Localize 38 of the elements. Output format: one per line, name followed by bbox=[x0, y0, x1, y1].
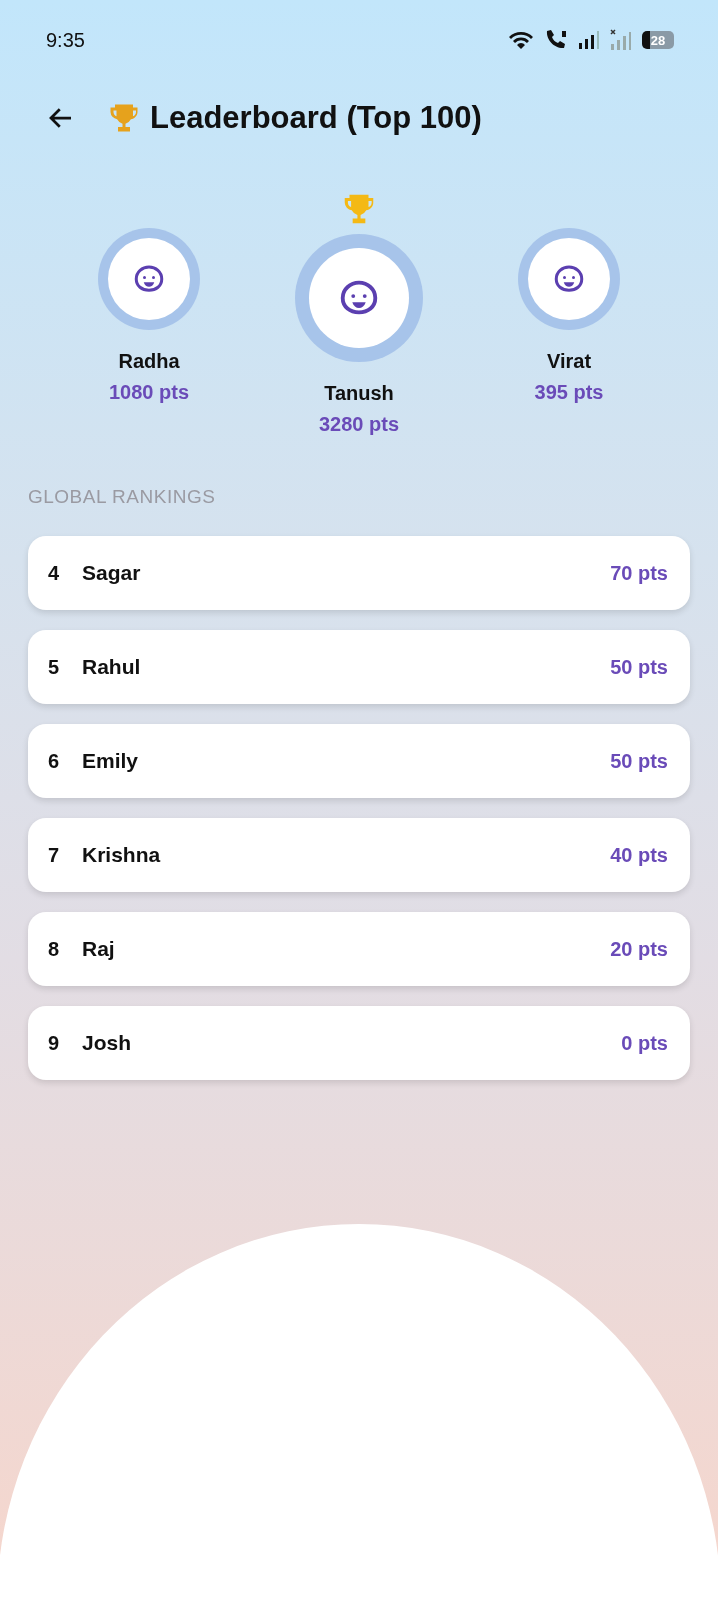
ranking-row[interactable]: 4 Sagar 70 pts bbox=[28, 536, 690, 610]
player-points: 40 pts bbox=[610, 843, 668, 867]
player-name: Krishna bbox=[82, 843, 162, 867]
player-points: 50 pts bbox=[610, 655, 668, 679]
player-name: Tanush bbox=[324, 382, 394, 405]
rank-number: 7 bbox=[48, 843, 61, 867]
ranking-row[interactable]: 6 Emily 50 pts bbox=[28, 724, 690, 798]
rank-number: 4 bbox=[48, 561, 61, 585]
player-points: 395 pts bbox=[534, 381, 604, 404]
player-name: Rahul bbox=[82, 655, 142, 679]
rank-number: 5 bbox=[48, 655, 61, 679]
battery-indicator: 28 bbox=[642, 31, 674, 49]
page-title: Leaderboard (Top 100) bbox=[150, 100, 482, 136]
rank-number: 9 bbox=[48, 1031, 61, 1055]
player-name: Raj bbox=[82, 937, 116, 961]
section-title: GLOBAL RANKINGS bbox=[28, 486, 217, 508]
signal-icon bbox=[610, 29, 632, 51]
ranking-row[interactable]: 7 Krishna 40 pts bbox=[28, 818, 690, 892]
rank-number: 6 bbox=[48, 749, 61, 773]
ranking-row[interactable]: 9 Josh 0 pts bbox=[28, 1006, 690, 1080]
signal-icon bbox=[578, 30, 600, 50]
player-name: Emily bbox=[82, 749, 140, 773]
player-name: Sagar bbox=[82, 561, 142, 585]
player-points: 1080 pts bbox=[108, 381, 190, 404]
player-name: Radha bbox=[118, 350, 180, 373]
wifi-icon bbox=[508, 30, 534, 50]
ranking-row[interactable]: 5 Rahul 50 pts bbox=[28, 630, 690, 704]
status-time: 9:35 bbox=[46, 28, 85, 52]
player-name: Virat bbox=[546, 350, 592, 373]
player-points: 50 pts bbox=[610, 749, 668, 773]
player-points: 70 pts bbox=[610, 561, 668, 585]
player-points: 20 pts bbox=[610, 937, 668, 961]
ranking-row[interactable]: 8 Raj 20 pts bbox=[28, 912, 690, 986]
player-points: 3280 pts bbox=[318, 413, 400, 436]
rank-number: 8 bbox=[48, 937, 61, 961]
player-points: 0 pts bbox=[621, 1031, 668, 1055]
phone-icon bbox=[544, 29, 568, 51]
player-name: Josh bbox=[82, 1031, 132, 1055]
